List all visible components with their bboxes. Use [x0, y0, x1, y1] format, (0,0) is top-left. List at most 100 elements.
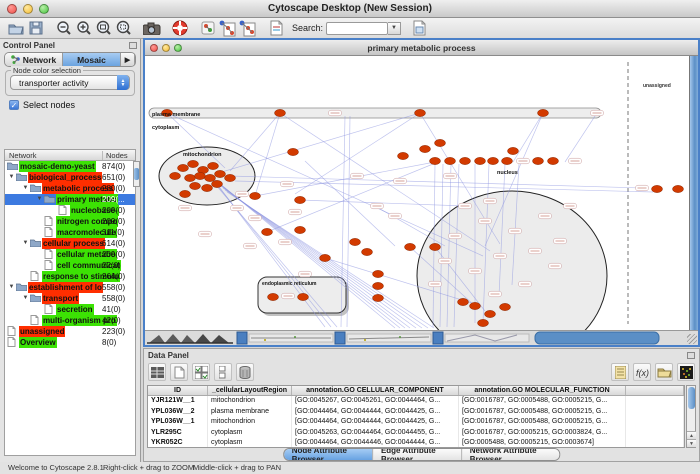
- network-node[interactable]: [320, 254, 331, 261]
- network-node[interactable]: [268, 293, 279, 300]
- network-node[interactable]: [178, 164, 189, 171]
- network-node[interactable]: [215, 170, 226, 177]
- network-node[interactable]: [373, 282, 384, 289]
- network-node[interactable]: [362, 248, 373, 255]
- tree-row[interactable]: cell communicat22(0): [5, 260, 135, 271]
- network-node[interactable]: [262, 228, 273, 235]
- formula-icon[interactable]: f(x): [633, 363, 651, 381]
- tree-row[interactable]: secretion41(0): [5, 304, 135, 315]
- expander-icon[interactable]: ▼: [35, 194, 44, 205]
- network-node[interactable]: [350, 238, 361, 245]
- network-node[interactable]: [202, 184, 213, 191]
- network-window-titlebar[interactable]: primary metabolic process: [145, 40, 698, 56]
- unselect-attributes-icon[interactable]: [214, 363, 232, 381]
- tree-row[interactable]: ▼transport558(0): [5, 293, 135, 304]
- tree-row[interactable]: cellular metabo209(0): [5, 249, 135, 260]
- tabs-overflow-arrow-icon[interactable]: ▶: [121, 53, 135, 66]
- import-attributes-icon[interactable]: [655, 363, 673, 381]
- tab-mosaic[interactable]: Mosaic: [63, 53, 121, 66]
- attribute-table[interactable]: ID_cellularLayoutRegionannotation.GO CEL…: [147, 385, 685, 448]
- window-resize-grip[interactable]: [687, 334, 697, 344]
- network-node[interactable]: [458, 298, 469, 305]
- expander-icon[interactable]: ▼: [21, 293, 30, 304]
- delete-attribute-icon[interactable]: [236, 363, 254, 381]
- data-panel-float-icon[interactable]: [687, 352, 695, 359]
- annotation-icon[interactable]: [409, 19, 429, 37]
- tree-row[interactable]: ▼primary metabo209(...: [5, 194, 135, 205]
- network-node[interactable]: [415, 109, 426, 116]
- tree-row[interactable]: multi-organism pro42(0): [5, 315, 135, 326]
- table-row[interactable]: YJR121W__1mitochondrion[GO:0045267, GO:0…: [148, 396, 684, 407]
- tree-row[interactable]: ▼biological_process651(0): [5, 172, 135, 183]
- zoom-out-icon[interactable]: [54, 19, 74, 37]
- network-node[interactable]: [475, 157, 486, 164]
- network-node[interactable]: [398, 152, 409, 159]
- destroy-view-icon[interactable]: [238, 19, 258, 37]
- open-file-icon[interactable]: [6, 19, 26, 37]
- network-node[interactable]: [405, 243, 416, 250]
- float-panel-icon[interactable]: [129, 42, 137, 49]
- zoom-in-icon[interactable]: [74, 19, 94, 37]
- tree-row[interactable]: Overview8(0): [5, 337, 135, 348]
- matrix-icon[interactable]: [677, 363, 695, 381]
- expander-icon[interactable]: ▼: [7, 172, 16, 183]
- table-column-header[interactable]: ID: [148, 386, 208, 395]
- table-column-header[interactable]: annotation.GO CELLULAR_COMPONENT: [292, 386, 459, 395]
- network-node[interactable]: [460, 157, 471, 164]
- network-node[interactable]: [500, 303, 511, 310]
- network-node[interactable]: [508, 147, 519, 154]
- network-node[interactable]: [470, 302, 481, 309]
- import-network-icon[interactable]: [266, 19, 286, 37]
- network-vertical-scrollbar[interactable]: [689, 56, 698, 330]
- network-node[interactable]: [295, 226, 306, 233]
- attribute-table-icon[interactable]: [148, 363, 166, 381]
- network-node[interactable]: [420, 145, 431, 152]
- destroy-network-icon[interactable]: [198, 19, 218, 37]
- zoom-selected-icon[interactable]: [114, 19, 134, 37]
- node-color-dropdown[interactable]: transporter activity ▲▼: [10, 75, 130, 90]
- network-node[interactable]: [288, 148, 299, 155]
- save-icon[interactable]: [26, 19, 46, 37]
- network-node[interactable]: [430, 243, 441, 250]
- network-node[interactable]: [373, 294, 384, 301]
- network-node[interactable]: [185, 174, 196, 181]
- tree-row[interactable]: ▼metabolic process280(0): [5, 183, 135, 194]
- expander-icon[interactable]: ▼: [21, 238, 30, 249]
- tab-network-attribute-browser[interactable]: Network Attribute Browser: [462, 449, 560, 460]
- tab-network[interactable]: Network: [5, 53, 63, 66]
- expander-icon[interactable]: ▼: [21, 183, 30, 194]
- network-node[interactable]: [195, 172, 206, 179]
- network-canvas[interactable]: plasma membranecytoplasmmitochondrionnuc…: [145, 56, 689, 330]
- table-scrollbar[interactable]: ▲ ▼: [686, 385, 696, 448]
- network-node[interactable]: [435, 139, 446, 146]
- snapshot-icon[interactable]: [142, 19, 162, 37]
- tree-row[interactable]: nucleobase-209(0): [5, 205, 135, 216]
- network-node[interactable]: [533, 157, 544, 164]
- tab-node-attribute-browser[interactable]: Node Attribute Browser: [284, 449, 373, 460]
- network-node[interactable]: [373, 270, 384, 277]
- create-network-view-icon[interactable]: [218, 19, 238, 37]
- network-horizontal-scrollbar[interactable]: [145, 330, 698, 345]
- notepad-icon[interactable]: [611, 363, 629, 381]
- network-node[interactable]: [673, 185, 684, 192]
- network-node[interactable]: [225, 174, 236, 181]
- select-nodes-checkbox[interactable]: ✓: [9, 100, 19, 110]
- tree-scrollbar[interactable]: [133, 161, 140, 187]
- network-node[interactable]: [298, 293, 309, 300]
- network-node[interactable]: [445, 157, 456, 164]
- network-node[interactable]: [208, 162, 219, 169]
- search-input[interactable]: [326, 22, 388, 35]
- scroll-down-icon[interactable]: ▼: [687, 439, 696, 447]
- table-column-header[interactable]: annotation.GO MOLECULAR_FUNCTION: [459, 386, 626, 395]
- network-node[interactable]: [212, 180, 223, 187]
- network-node[interactable]: [485, 310, 496, 317]
- network-node[interactable]: [488, 157, 499, 164]
- tree-row[interactable]: ▼cellular process614(0): [5, 238, 135, 249]
- network-node[interactable]: [190, 182, 201, 189]
- tree-row[interactable]: mosaic-demo-yeast874(0): [5, 161, 135, 172]
- network-node[interactable]: [502, 157, 513, 164]
- network-node[interactable]: [188, 160, 199, 167]
- network-node[interactable]: [275, 109, 286, 116]
- table-row[interactable]: YPL036W__1mitochondrion[GO:0044464, GO:0…: [148, 417, 684, 428]
- zoom-fit-icon[interactable]: [94, 19, 114, 37]
